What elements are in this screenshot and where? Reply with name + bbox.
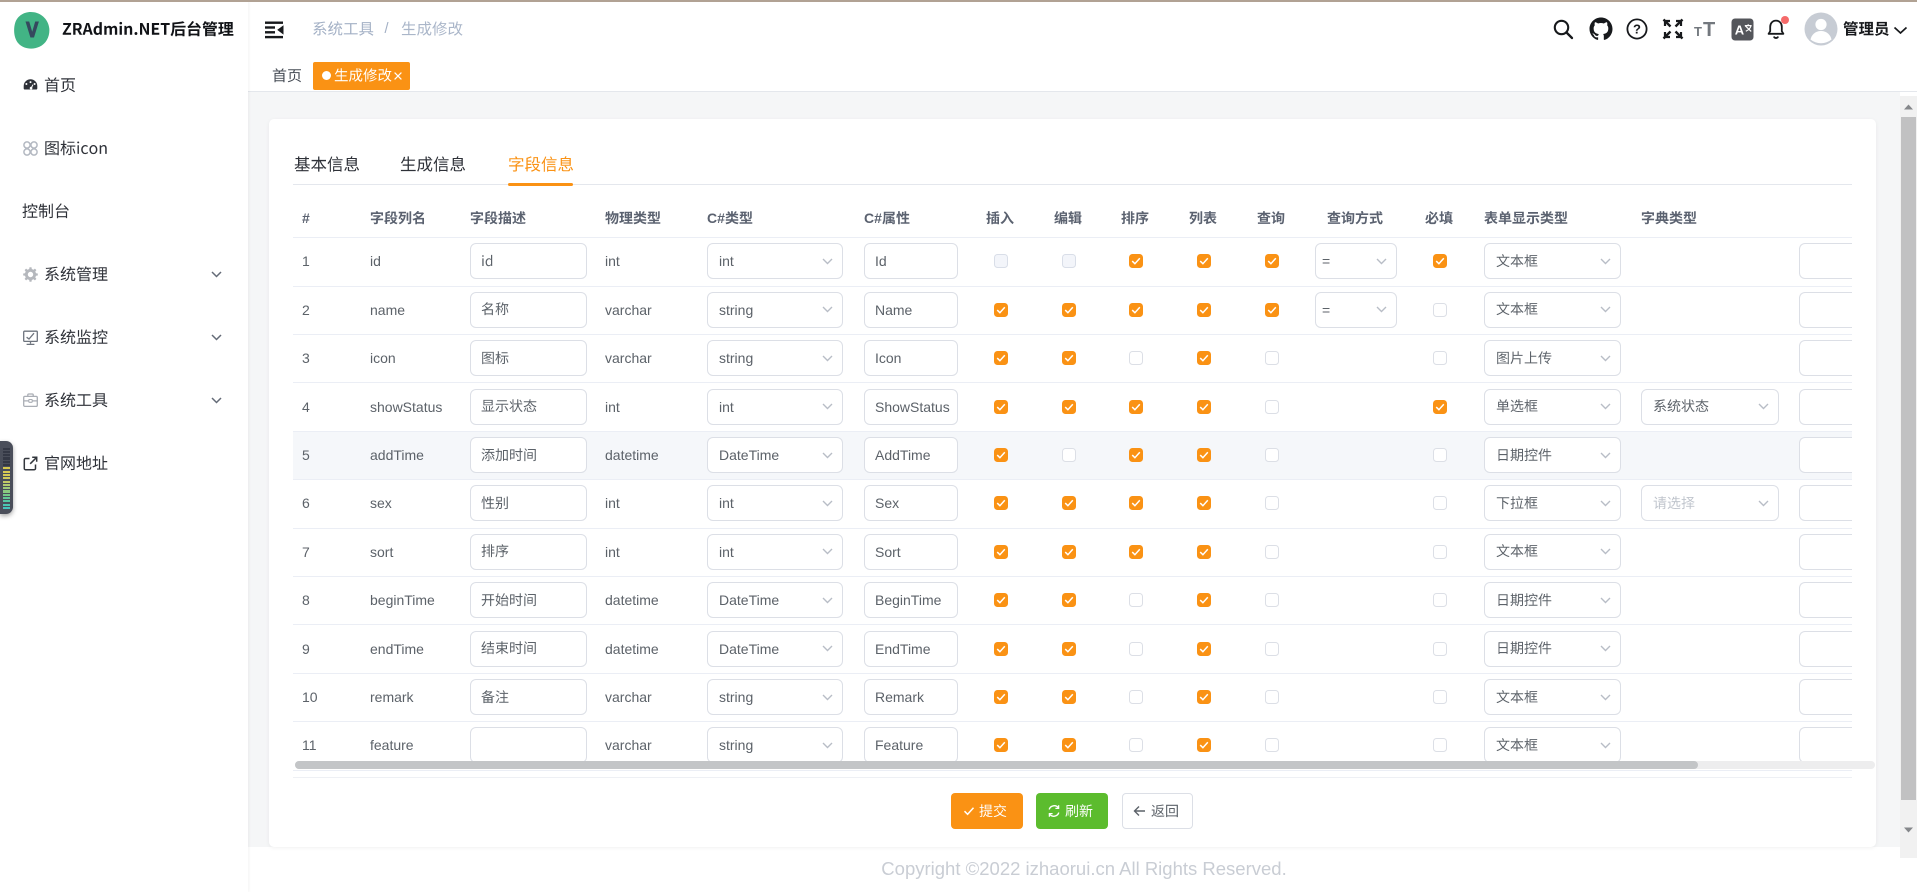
svg-text:T: T bbox=[1703, 19, 1715, 41]
svg-text:A: A bbox=[1734, 22, 1744, 37]
svg-text:?: ? bbox=[1633, 22, 1641, 37]
svg-text:T: T bbox=[1694, 24, 1702, 39]
